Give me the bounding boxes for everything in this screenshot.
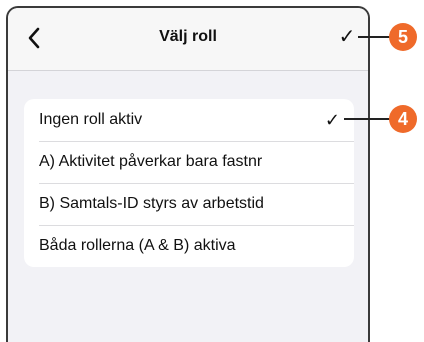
done-button[interactable]: ✓ <box>336 25 358 49</box>
role-option-both[interactable]: Båda rollerna (A & B) aktiva <box>24 225 354 267</box>
navigation-bar: Välj roll ✓ <box>8 8 368 71</box>
role-option-b[interactable]: B) Samtals-ID styrs av arbetstid <box>24 183 354 225</box>
role-list: Ingen roll aktiv ✓ A) Aktivitet påverkar… <box>24 99 354 267</box>
callout-line-5 <box>358 36 392 38</box>
role-option-a[interactable]: A) Aktivitet påverkar bara fastnr <box>24 141 354 183</box>
role-option-label: B) Samtals-ID styrs av arbetstid <box>39 195 264 212</box>
callout-line-4 <box>344 118 392 120</box>
page-title: Välj roll <box>159 28 217 45</box>
phone-screen: Välj roll ✓ Ingen roll aktiv ✓ A) Aktivi… <box>6 6 370 342</box>
selected-checkmark-icon: ✓ <box>324 110 340 130</box>
role-option-none[interactable]: Ingen roll aktiv ✓ <box>24 99 354 141</box>
checkmark-icon: ✓ <box>338 26 356 48</box>
role-option-label: Båda rollerna (A & B) aktiva <box>39 237 236 254</box>
role-option-label: A) Aktivitet påverkar bara fastnr <box>39 153 263 170</box>
role-option-label: Ingen roll aktiv <box>39 111 143 128</box>
callout-badge-4: 4 <box>389 105 417 133</box>
callout-badge-5: 5 <box>389 23 417 51</box>
screenshot-stage: Välj roll ✓ Ingen roll aktiv ✓ A) Aktivi… <box>0 0 424 342</box>
